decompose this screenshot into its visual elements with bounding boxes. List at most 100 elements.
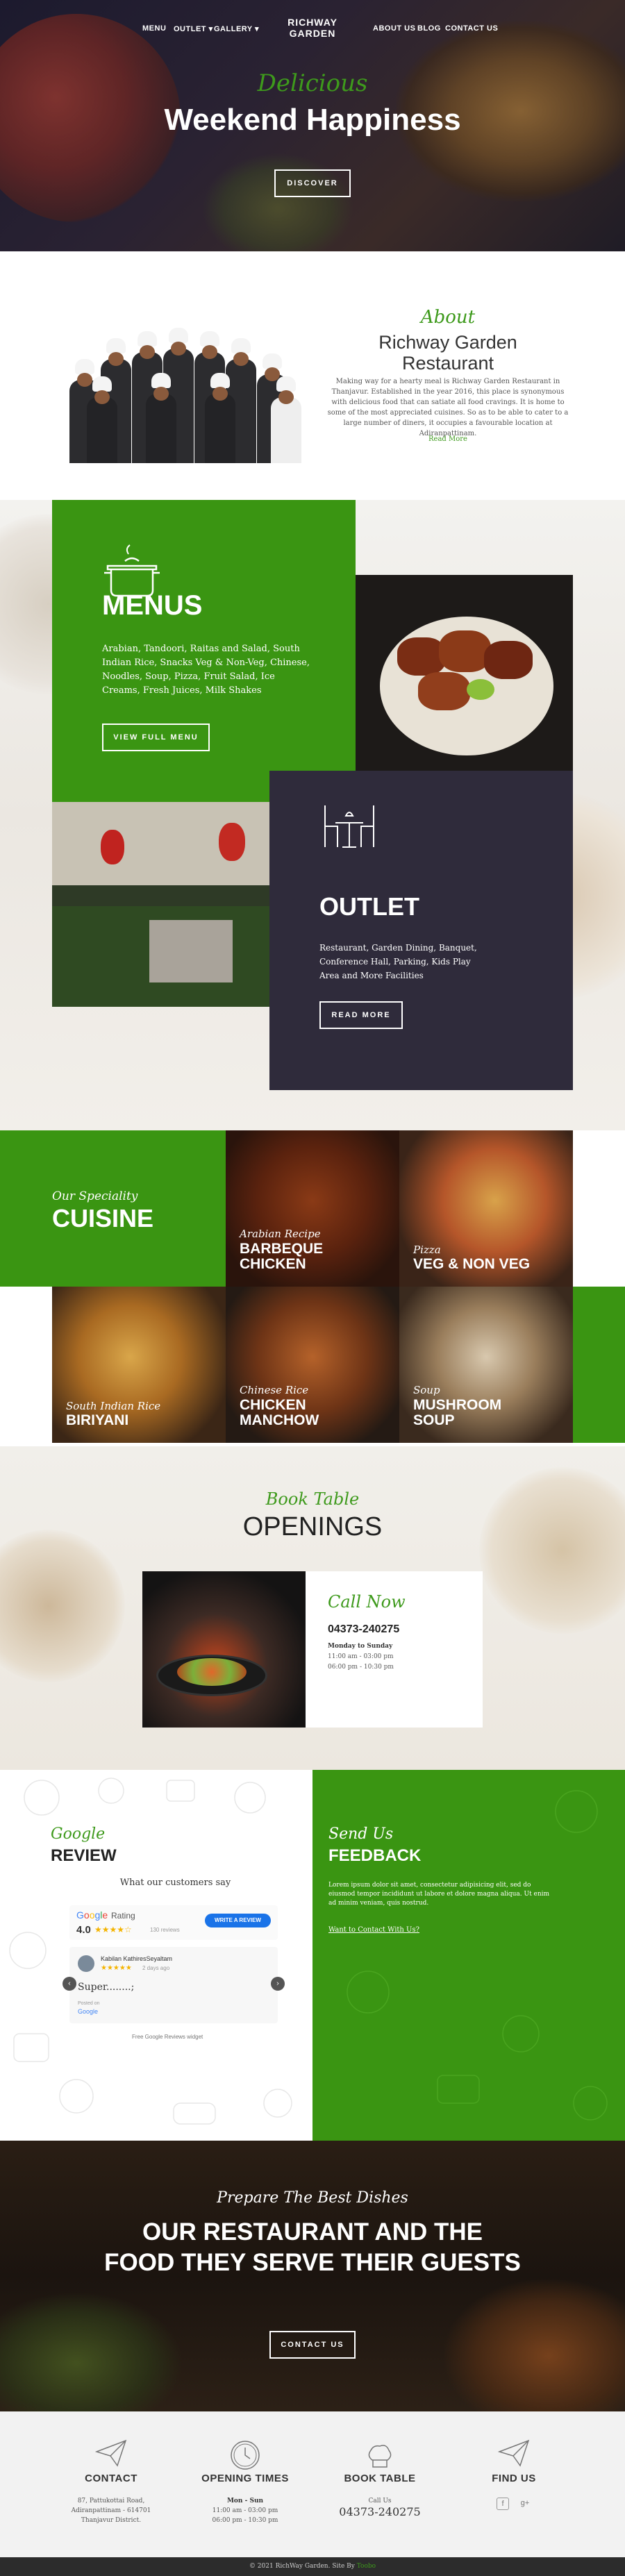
contact-us-button[interactable]: CONTACT US (269, 2331, 356, 2359)
footer-days: Mon - Sun (226, 2498, 264, 2504)
cuisine-section: Our Speciality CUISINE Arabian Recipe BA… (0, 1130, 625, 1446)
footer-address-2: Adiranpattinam - 614701 (71, 2507, 151, 2514)
discover-button[interactable]: DISCOVER (274, 169, 351, 197)
tile-name: MUSHROOM (413, 1397, 502, 1413)
cuisine-tile-manchow[interactable]: Chinese Rice CHICKEN MANCHOW (226, 1287, 399, 1443)
cuisine-accent-block (573, 1287, 625, 1443)
feedback-panel: Send Us FEEDBACK Lorem ipsum dolor sit a… (312, 1770, 625, 2141)
google-plus-icon[interactable]: g+ (519, 2498, 531, 2510)
footer-time-2: 06:00 pm - 10:30 pm (212, 2517, 278, 2524)
cuisine-tile-soup[interactable]: Soup MUSHROOM SOUP (399, 1287, 573, 1443)
outlet-text: Restaurant, Garden Dining, Banquet, Conf… (319, 943, 477, 980)
menus-title: MENUS (102, 590, 203, 621)
read-more-button[interactable]: READ MORE (319, 1001, 403, 1029)
openings-section: Book Table OPENINGS Call Now 04373-24027… (0, 1446, 625, 1770)
footer-hours-title: OPENING TIMES (201, 2473, 289, 2484)
tile-sub: Soup (413, 1384, 440, 1396)
outlet-card: OUTLET Restaurant, Garden Dining, Banque… (269, 771, 573, 1090)
nav-menu[interactable]: MENU (142, 24, 166, 33)
arrow-right-icon[interactable]: › (271, 1977, 285, 1991)
footer-book-title: BOOK TABLE (344, 2473, 416, 2484)
footer-contact-title: CONTACT (85, 2473, 138, 2484)
best-dishes-section: Prepare The Best Dishes OUR RESTAURANT A… (0, 2141, 625, 2411)
footer-time-1: 11:00 am - 03:00 pm (212, 2507, 278, 2514)
clock-icon (231, 2441, 260, 2470)
dishes-script: Prepare The Best Dishes (217, 2189, 408, 2207)
review-age: 2 days ago (142, 1965, 170, 1971)
feedback-text: Lorem ipsum dolor sit amet, consectetur … (328, 1882, 550, 1907)
background-food-image (0, 2293, 181, 2411)
review-feedback-section: Google REVIEW What our customers say Goo… (0, 1770, 625, 2141)
outlet-title: OUTLET (319, 892, 419, 921)
copyright-text: © 2021 RichWay Garden. Site By (249, 2563, 355, 2570)
about-title: Richway Garden Restaurant (378, 332, 517, 374)
herbs-image (201, 153, 354, 251)
about-text: Making way for a hearty meal is Richway … (327, 378, 569, 437)
chevron-down-icon: ▾ (255, 25, 260, 33)
google-logo: Google (76, 1909, 108, 1921)
cuisine-heading-block: Our Speciality CUISINE (0, 1130, 226, 1287)
outlet-garden-image (52, 802, 269, 1007)
arrow-left-icon[interactable]: ‹ (62, 1977, 76, 1991)
star-icon: ★★★★★ (101, 1964, 132, 1972)
openings-script: Book Table (265, 1489, 360, 1509)
nav-blog[interactable]: BLOG (417, 24, 441, 33)
call-phone-number[interactable]: 04373-240275 (328, 1623, 399, 1636)
footer-phone[interactable]: 04373-240275 (310, 2506, 449, 2518)
tile-name: MANCHOW (240, 1412, 319, 1428)
contact-link[interactable]: Want to Contact With Us? (328, 1926, 419, 1934)
background-food-image (444, 2280, 625, 2411)
nav-gallery-label: GALLERY (214, 25, 253, 33)
hero-script: Delicious (257, 69, 368, 97)
menus-outlet-section: MENUS Arabian, Tandoori, Raitas and Sala… (0, 500, 625, 1130)
posted-on: Posted on (78, 2001, 100, 2006)
review-text: Super........; (78, 1982, 135, 1993)
site-logo[interactable]: RICHWAY GARDEN (271, 17, 354, 39)
tile-sub: Pizza (413, 1244, 441, 1256)
widget-note[interactable]: Free Google Reviews widget (132, 2034, 203, 2040)
tile-sub: Chinese Rice (240, 1384, 309, 1396)
rating-value: 4.0 (76, 1924, 91, 1936)
cuisine-tile-bbq[interactable]: Arabian Recipe BARBEQUE CHICKEN (226, 1130, 399, 1287)
posted-brand: Google (78, 2008, 99, 2015)
copyright-brand-link[interactable]: Toobo (357, 2563, 376, 2570)
review-count: 130 reviews (150, 1927, 180, 1933)
nav-about[interactable]: ABOUT US (373, 24, 415, 33)
footer: CONTACT 87, Pattukottai Road, Adiranpatt… (0, 2411, 625, 2557)
paper-plane-icon (498, 2439, 530, 2467)
tile-sub: South Indian Rice (66, 1400, 161, 1412)
feedback-script: Send Us (328, 1825, 394, 1843)
tile-name: CHICKEN (240, 1256, 306, 1272)
paper-plane-icon (95, 2439, 127, 2467)
hero-section: MENU OUTLET ▾ GALLERY ▾ RICHWAY GARDEN A… (0, 0, 625, 251)
tile-name: BIRIYANI (66, 1412, 129, 1428)
menus-card: MENUS Arabian, Tandoori, Raitas and Sala… (52, 500, 356, 802)
hero-title: Weekend Happiness (164, 103, 461, 137)
menus-text: Arabian, Tandoori, Raitas and Salad, Sou… (102, 644, 310, 696)
logo-line-2: GARDEN (289, 28, 336, 39)
nav-gallery[interactable]: GALLERY ▾ (214, 24, 259, 33)
footer-follow-title: FIND US (492, 2473, 536, 2484)
about-script: About (420, 307, 476, 328)
tile-name: SOUP (413, 1412, 455, 1428)
facebook-icon[interactable]: f (497, 2498, 509, 2510)
tile-name: VEG & NON VEG (413, 1256, 531, 1272)
nav-outlet[interactable]: OUTLET ▾ (174, 24, 213, 33)
footer-address-3: Thanjavur District. (81, 2517, 142, 2524)
bbq-chicken-image (356, 575, 573, 771)
view-full-menu-button[interactable]: VIEW FULL MENU (102, 724, 210, 751)
feedback-title: FEEDBACK (328, 1846, 422, 1865)
chefs-image (62, 321, 312, 463)
opening-days: Monday to Sunday (328, 1643, 393, 1650)
nav-contact[interactable]: CONTACT US (445, 24, 498, 33)
cuisine-tile-biriyani[interactable]: South Indian Rice BIRIYANI (52, 1287, 226, 1443)
dishes-title: OUR RESTAURANT AND THE FOOD THEY SERVE T… (104, 2218, 521, 2276)
cuisine-title: CUISINE (52, 1204, 154, 1232)
write-review-button[interactable]: WRITE A REVIEW (205, 1914, 271, 1927)
rating-label: Rating (111, 1911, 135, 1921)
cuisine-tile-pizza[interactable]: Pizza VEG & NON VEG (399, 1130, 573, 1287)
background-food-image (0, 1530, 125, 1682)
avatar (78, 1955, 94, 1972)
tile-sub: Arabian Recipe (240, 1228, 321, 1240)
read-more-link[interactable]: Read More (326, 435, 569, 443)
